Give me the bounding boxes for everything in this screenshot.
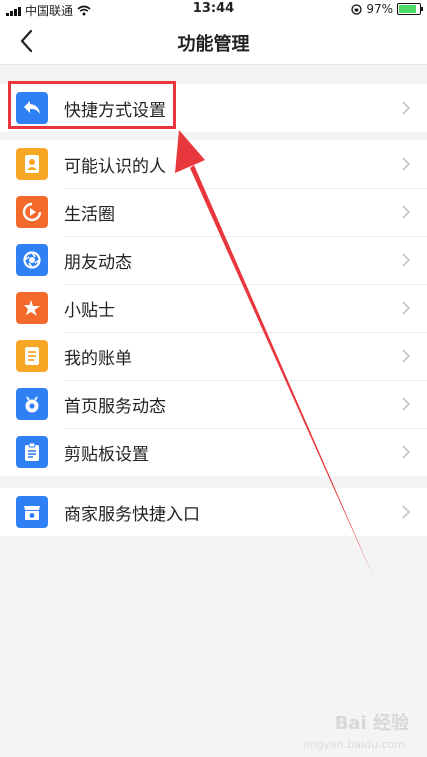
reply-arrow-icon: [16, 92, 48, 124]
chevron-right-icon: [402, 205, 411, 219]
battery-percent: 97%: [366, 2, 393, 16]
settings-group-merchant: 商家服务快捷入口: [0, 488, 427, 536]
menu-item-label: 生活圈: [64, 204, 115, 225]
menu-item-clipboard-settings[interactable]: 剪贴板设置: [0, 428, 427, 476]
bill-icon: [16, 340, 48, 372]
chevron-right-icon: [402, 349, 411, 363]
battery-fill: [399, 5, 417, 13]
menu-item-label: 可能认识的人: [64, 156, 166, 177]
contact-card-icon: [16, 148, 48, 180]
menu-item-label: 快捷方式设置: [64, 100, 166, 121]
status-bar: 中国联通 13:44 97%: [0, 0, 427, 18]
chevron-right-icon: [402, 253, 411, 267]
menu-item-label: 商家服务快捷入口: [64, 504, 200, 525]
battery-icon: [397, 3, 423, 15]
menu-item-label: 我的账单: [64, 348, 132, 369]
clipboard-icon: [16, 436, 48, 468]
chevron-right-icon: [402, 397, 411, 411]
bell-eye-icon: [16, 388, 48, 420]
chevron-right-icon: [402, 301, 411, 315]
settings-group-shortcuts: 快捷方式设置: [0, 84, 427, 132]
storefront-icon: [16, 496, 48, 528]
rotation-lock-icon: [351, 3, 362, 15]
chevron-right-icon: [402, 101, 411, 115]
chevron-right-icon: [402, 505, 411, 519]
settings-group-features: 可能认识的人 生活圈 朋友动态 小贴士 我的账单 首页服务动态 剪贴板设置: [0, 140, 427, 476]
menu-item-home-service-updates[interactable]: 首页服务动态: [0, 380, 427, 428]
menu-item-merchant-shortcut[interactable]: 商家服务快捷入口: [0, 488, 427, 536]
star-burst-icon: [16, 292, 48, 324]
menu-item-shortcut-settings[interactable]: 快捷方式设置: [0, 84, 427, 132]
aperture-icon: [16, 244, 48, 276]
watermark-logo: Bai 经验: [334, 713, 409, 734]
menu-item-label: 剪贴板设置: [64, 444, 149, 465]
menu-item-friend-moments[interactable]: 朋友动态: [0, 236, 427, 284]
page-title: 功能管理: [177, 34, 250, 55]
menu-item-tips[interactable]: 小贴士: [0, 284, 427, 332]
menu-item-label: 小贴士: [64, 300, 115, 321]
nav-bar: 功能管理: [0, 18, 427, 65]
menu-item-label: 首页服务动态: [64, 396, 166, 417]
watermark-url: jingyan.baidu.com: [303, 738, 405, 751]
chevron-right-icon: [402, 157, 411, 171]
play-circle-icon: [16, 196, 48, 228]
menu-item-people-you-may-know[interactable]: 可能认识的人: [0, 140, 427, 188]
status-right: 97%: [351, 2, 423, 16]
menu-item-my-bills[interactable]: 我的账单: [0, 332, 427, 380]
menu-item-life-circle[interactable]: 生活圈: [0, 188, 427, 236]
chevron-right-icon: [402, 445, 411, 459]
menu-item-label: 朋友动态: [64, 252, 132, 273]
